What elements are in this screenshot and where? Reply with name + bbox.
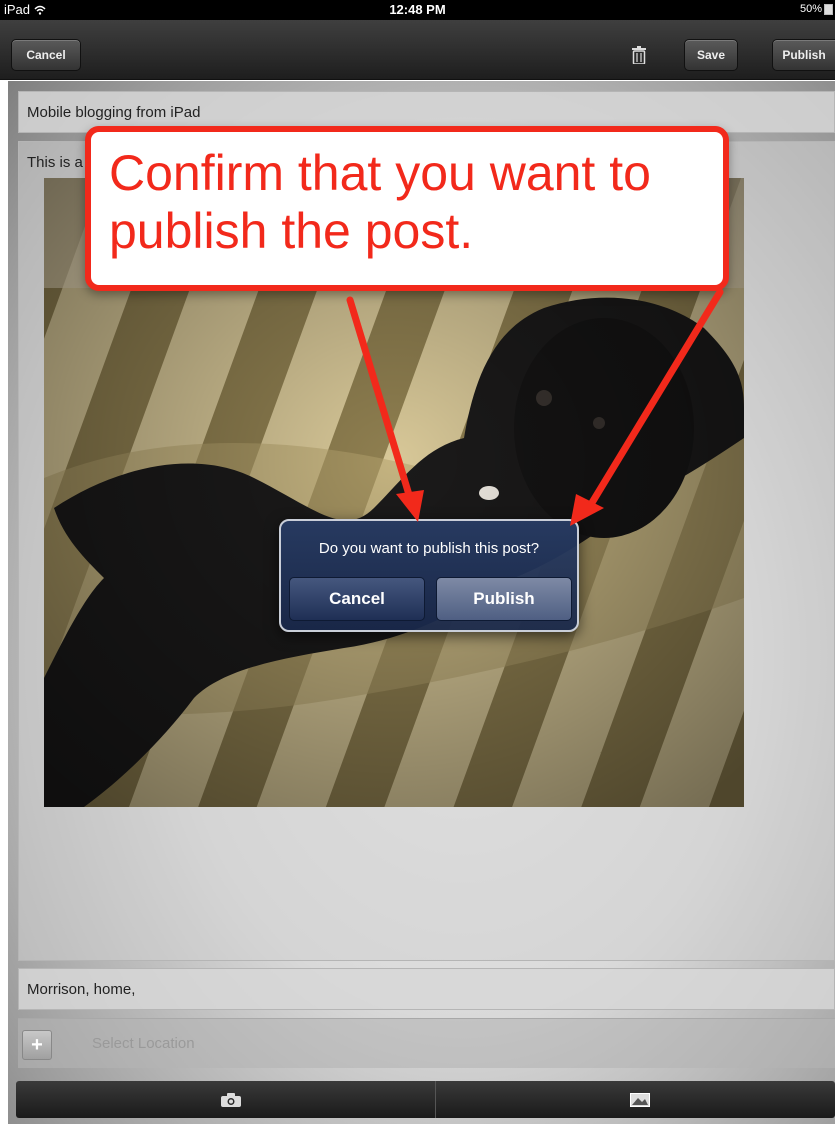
publish-button[interactable]: Publish bbox=[772, 39, 835, 71]
toolbar-divider bbox=[435, 1081, 436, 1118]
status-time: 12:48 PM bbox=[389, 2, 446, 17]
camera-icon[interactable] bbox=[221, 1093, 241, 1107]
publish-confirm-dialog: Do you want to publish this post? Cancel… bbox=[279, 519, 579, 632]
cancel-button[interactable]: Cancel bbox=[11, 39, 81, 71]
dialog-cancel-button[interactable]: Cancel bbox=[289, 577, 425, 621]
tags-field[interactable]: Morrison, home, bbox=[18, 968, 835, 1010]
plus-icon[interactable]: + bbox=[22, 1030, 52, 1060]
image-icon[interactable] bbox=[630, 1093, 650, 1107]
location-placeholder: Select Location bbox=[92, 1035, 195, 1052]
body-text: This is a bbox=[27, 154, 83, 171]
battery-icon bbox=[824, 3, 833, 15]
trash-icon[interactable] bbox=[632, 46, 646, 64]
annotation-callout: Confirm that you want to publish the pos… bbox=[85, 126, 729, 291]
battery-percent: 50% bbox=[799, 3, 822, 15]
top-toolbar: Cancel Save Publish bbox=[0, 20, 835, 80]
status-bar: iPad 12:48 PM 50% bbox=[0, 0, 835, 20]
bottom-toolbar bbox=[16, 1081, 835, 1118]
save-button[interactable]: Save bbox=[684, 39, 738, 71]
status-right: 50% bbox=[800, 3, 833, 15]
dialog-message: Do you want to publish this post? bbox=[318, 540, 540, 557]
dialog-publish-button[interactable]: Publish bbox=[436, 577, 572, 621]
location-row[interactable]: + Select Location bbox=[18, 1018, 835, 1068]
